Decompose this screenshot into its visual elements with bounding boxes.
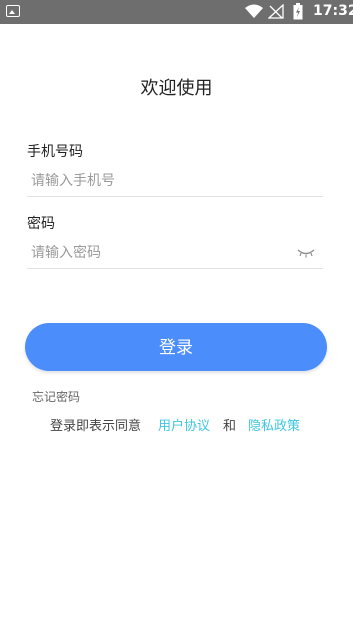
status-time: 17:32 [313,3,353,19]
signal-icon [268,4,284,19]
eye-closed-icon[interactable] [297,248,315,258]
phone-input[interactable] [31,170,281,192]
password-input[interactable] [31,242,281,264]
forgot-password-link[interactable]: 忘记密码 [32,388,80,405]
image-icon [6,5,20,17]
phone-label: 手机号码 [27,144,83,160]
privacy-policy-link[interactable]: 隐私政策 [248,415,300,434]
phone-field [27,166,323,197]
battery-icon [293,3,303,20]
wifi-icon [245,4,263,18]
password-field [27,238,323,269]
agreement-and: 和 [223,419,237,434]
login-button[interactable]: 登录 [25,323,327,371]
user-agreement-link[interactable]: 用户协议 [158,415,210,434]
agreement-prefix: 登录即表示同意 [50,419,142,434]
password-label: 密码 [27,216,55,232]
status-bar: 17:32 [0,0,353,24]
page-title: 欢迎使用 [140,78,213,99]
